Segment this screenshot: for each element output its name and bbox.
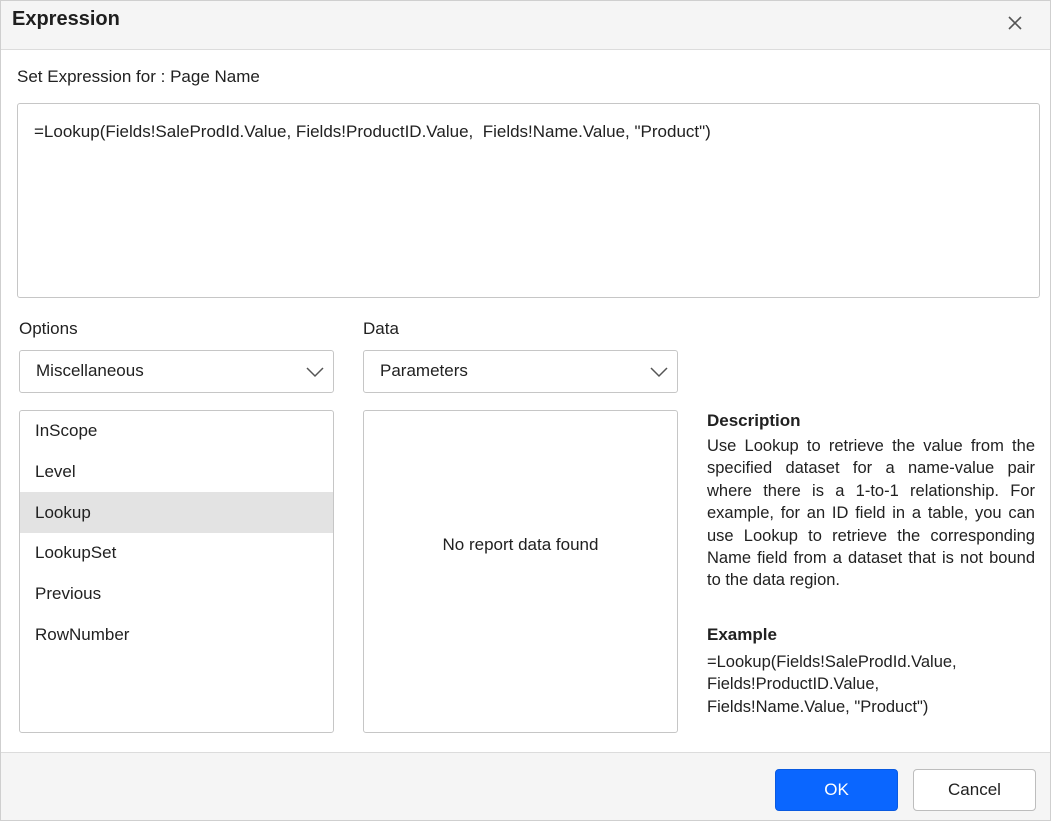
cancel-button[interactable]: Cancel [913,769,1036,811]
list-item-level[interactable]: Level [20,452,333,493]
data-label: Data [363,319,399,338]
data-panel: No report data found [363,410,678,733]
list-item-inscope[interactable]: InScope [20,411,333,452]
options-label: Options [19,319,78,338]
close-icon [1008,16,1022,30]
dialog-header: Expression [1,1,1050,50]
chevron-down-icon [306,367,324,378]
example-title: Example [707,625,777,644]
expression-input[interactable]: =Lookup(Fields!SaleProdId.Value, Fields!… [17,103,1040,298]
options-list: InScope Level Lookup LookupSet Previous … [19,410,334,733]
set-expression-label: Set Expression for : Page Name [17,67,260,86]
data-dropdown[interactable]: Parameters [363,350,678,393]
example-text: =Lookup(Fields!SaleProdId.Value, Fields!… [707,653,957,716]
list-item-previous[interactable]: Previous [20,574,333,615]
dialog-footer: OK Cancel [1,752,1050,820]
description-text: Use Lookup to retrieve the value from th… [707,437,1035,590]
no-data-message: No report data found [442,535,599,554]
chevron-down-icon [650,367,668,378]
dialog-title: Expression [12,8,120,30]
description-title: Description [707,411,801,430]
list-item-lookup[interactable]: Lookup [20,492,333,534]
close-button[interactable] [1001,9,1029,37]
list-item-lookupset[interactable]: LookupSet [20,533,333,574]
list-item-rownumber[interactable]: RowNumber [20,614,333,655]
data-dropdown-value: Parameters [380,361,468,380]
expression-dialog: Expression Set Expression for : Page Nam… [0,0,1051,821]
options-dropdown-value: Miscellaneous [36,361,144,380]
options-dropdown[interactable]: Miscellaneous [19,350,334,393]
ok-button[interactable]: OK [775,769,898,811]
